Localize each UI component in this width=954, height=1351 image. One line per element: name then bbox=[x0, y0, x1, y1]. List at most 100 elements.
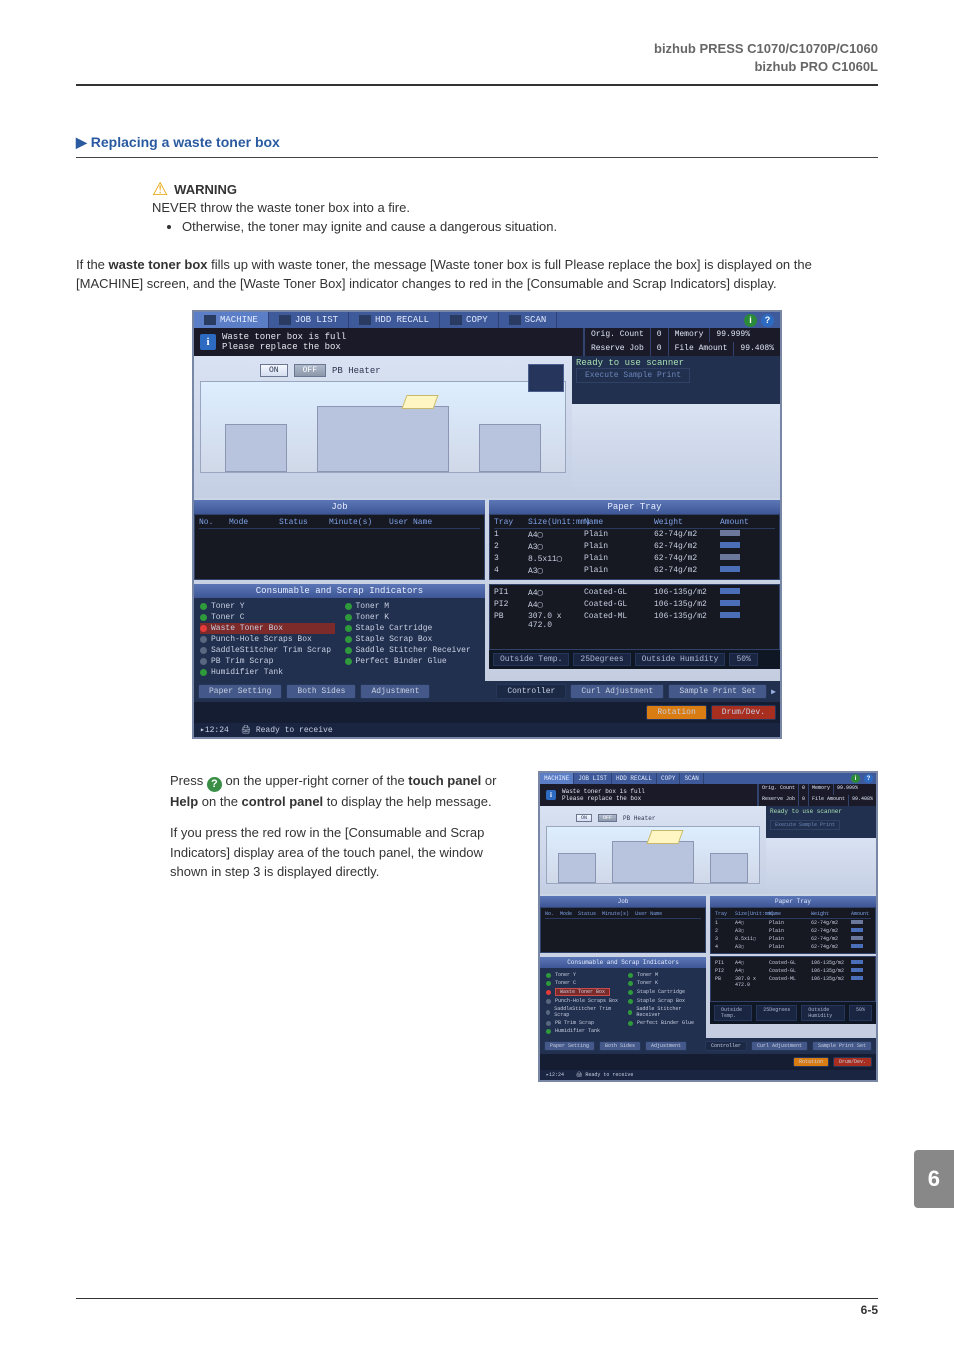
consumable-indicator-punch-hole-scraps-box: Punch-Hole Scraps Box bbox=[546, 997, 618, 1005]
paper-tray-row[interactable]: 38.5x11▢Plain62-74g/m2 bbox=[494, 553, 775, 565]
file-value: 99.408% bbox=[733, 342, 780, 356]
thumb-controller[interactable]: Controller bbox=[705, 1041, 747, 1051]
status-time: 12:24 bbox=[205, 726, 229, 735]
paper-tray-row[interactable]: 2A3▢Plain62-74g/m2 bbox=[494, 541, 775, 553]
paper-tray-row[interactable]: 38.5x11▢Plain62-74g/m2 bbox=[715, 935, 871, 943]
consumable-indicator-saddle-stitcher-receiver: Saddle Stitcher Receiver bbox=[345, 645, 480, 656]
temp-value: 25Degrees bbox=[573, 653, 630, 666]
both-sides-button[interactable]: Both Sides bbox=[286, 684, 356, 699]
tab-scan[interactable]: SCAN bbox=[499, 312, 558, 328]
instruction-para-2: If you press the red row in the [Consuma… bbox=[170, 823, 520, 882]
pi-tray-row[interactable]: PB307.0 x 472.0Coated-ML106-135g/m2 bbox=[494, 611, 775, 631]
paper-tray-row[interactable]: 1A4▢Plain62-74g/m2 bbox=[715, 919, 871, 927]
heater-off-button[interactable]: OFF bbox=[294, 364, 326, 377]
thumb-help-icon[interactable]: ? bbox=[864, 774, 873, 783]
consumable-indicators: Toner YToner MToner CToner KWaste Toner … bbox=[194, 598, 485, 681]
warning-bullet-1: Otherwise, the toner may ignite and caus… bbox=[182, 219, 878, 234]
printer-illustration bbox=[200, 381, 566, 473]
help-icon-inline: ? bbox=[207, 777, 222, 792]
body-paragraph: If the waste toner box fills up with was… bbox=[76, 256, 878, 294]
thumb-curl-adj[interactable]: Curl Adjustment bbox=[751, 1041, 808, 1051]
thumb-adjustment[interactable]: Adjustment bbox=[645, 1041, 687, 1051]
pi-tray-row[interactable]: PI1A4▢Coated-GL106-135g/m2 bbox=[715, 959, 871, 967]
pi-tray-row[interactable]: PI2A4▢Coated-GL106-135g/m2 bbox=[715, 967, 871, 975]
drum-dev-button[interactable]: Drum/Dev. bbox=[711, 705, 776, 720]
paper-setting-button[interactable]: Paper Setting bbox=[198, 684, 282, 699]
thumb-heater-on[interactable]: ON bbox=[576, 814, 592, 822]
humidity-label: Outside Humidity bbox=[635, 653, 726, 666]
thumb-tab-scan[interactable]: SCAN bbox=[680, 773, 703, 784]
joblist-icon bbox=[279, 315, 291, 325]
thumb-info-icon[interactable]: i bbox=[851, 774, 860, 783]
consumable-header: Consumable and Scrap Indicators bbox=[194, 584, 485, 598]
consumable-indicator-toner-y: Toner Y bbox=[200, 601, 335, 612]
status-text: Ready to receive bbox=[256, 726, 333, 735]
pi-tray-table: PI1A4▢Coated-GL106-135g/m2PI2A4▢Coated-G… bbox=[489, 584, 780, 650]
paper-tray-row[interactable]: 2A3▢Plain62-74g/m2 bbox=[715, 927, 871, 935]
paper-tray-row[interactable]: 4A3▢Plain62-74g/m2 bbox=[494, 565, 775, 577]
curl-adjustment-button[interactable]: Curl Adjustment bbox=[570, 684, 664, 699]
execute-sample-print-button[interactable]: Execute Sample Print bbox=[576, 368, 690, 383]
consumable-indicator-saddlestitcher-trim-scrap: SaddleStitcher Trim Scrap bbox=[546, 1005, 618, 1019]
papertray-header: Paper Tray bbox=[489, 500, 780, 514]
thumb-heater-off[interactable]: OFF bbox=[598, 814, 617, 822]
rotation-button[interactable]: Rotation bbox=[646, 705, 706, 720]
orig-count-label: Orig. Count bbox=[584, 328, 650, 342]
memory-value: 99.999% bbox=[709, 328, 756, 342]
adjustment-button[interactable]: Adjustment bbox=[360, 684, 430, 699]
model-line-1: bizhub PRESS C1070/C1070P/C1060 bbox=[76, 40, 878, 58]
thumb-execute-sample[interactable]: Execute Sample Print bbox=[770, 820, 840, 830]
sample-print-set-button[interactable]: Sample Print Set bbox=[668, 684, 767, 699]
thumb-tab-copy[interactable]: COPY bbox=[657, 773, 680, 784]
thumb-drum-dev[interactable]: Drum/Dev. bbox=[833, 1057, 872, 1067]
consumable-indicator-toner-c: Toner C bbox=[546, 979, 618, 987]
paper-tray-row[interactable]: 4A3▢Plain62-74g/m2 bbox=[715, 943, 871, 951]
thumb-tab-hddrecall[interactable]: HDD RECALL bbox=[612, 773, 657, 784]
model-line-2: bizhub PRO C1060L bbox=[76, 58, 878, 76]
next-arrow-icon[interactable]: ▶ bbox=[771, 687, 776, 697]
thumb-paper-setting[interactable]: Paper Setting bbox=[544, 1041, 595, 1051]
consumable-indicator-perfect-binder-glue: Perfect Binder Glue bbox=[628, 1019, 700, 1027]
machine-screen-thumbnail: MACHINE JOB LIST HDD RECALL COPY SCAN i … bbox=[538, 771, 878, 1082]
temp-label: Outside Temp. bbox=[493, 653, 569, 666]
thumb-sample-print[interactable]: Sample Print Set bbox=[812, 1041, 872, 1051]
pi-tray-row[interactable]: PI1A4▢Coated-GL106-135g/m2 bbox=[494, 587, 775, 599]
thumb-paper-tray-table: TraySize(Unit:mm)NameWeightAmount1A4▢Pla… bbox=[710, 907, 876, 954]
page-number: 6-5 bbox=[76, 1298, 878, 1317]
tab-machine[interactable]: MACHINE bbox=[194, 312, 269, 328]
thumb-both-sides[interactable]: Both Sides bbox=[599, 1041, 641, 1051]
orig-count-value: 0 bbox=[650, 328, 668, 342]
consumable-indicator-toner-c: Toner C bbox=[200, 612, 335, 623]
consumable-indicator-saddlestitcher-trim-scrap: SaddleStitcher Trim Scrap bbox=[200, 645, 335, 656]
thumb-consumable-indicators: Toner YToner MToner CToner KWaste Toner … bbox=[540, 968, 706, 1038]
tab-copy[interactable]: COPY bbox=[440, 312, 499, 328]
consumable-indicator-saddle-stitcher-receiver: Saddle Stitcher Receiver bbox=[628, 1005, 700, 1019]
chapter-tab: 6 bbox=[914, 1150, 954, 1208]
thumb-pi-tray-table: PI1A4▢Coated-GL106-135g/m2PI2A4▢Coated-G… bbox=[710, 956, 876, 1002]
consumable-indicator-waste-toner-box[interactable]: Waste Toner Box bbox=[546, 987, 618, 997]
job-header: Job bbox=[194, 500, 485, 514]
tab-joblist[interactable]: JOB LIST bbox=[269, 312, 349, 328]
hdd-icon bbox=[359, 315, 371, 325]
consumable-indicator-waste-toner-box[interactable]: Waste Toner Box bbox=[200, 623, 335, 634]
thumb-rotation[interactable]: Rotation bbox=[793, 1057, 829, 1067]
consumable-indicator-perfect-binder-glue: Perfect Binder Glue bbox=[345, 656, 480, 667]
reserve-value: 0 bbox=[650, 342, 668, 356]
thumb-message-info-icon: i bbox=[546, 790, 556, 800]
help-icon[interactable]: ? bbox=[761, 314, 774, 327]
tab-hddrecall[interactable]: HDD RECALL bbox=[349, 312, 440, 328]
warning-triangle-icon: ⚠ bbox=[152, 180, 168, 198]
consumable-indicator-staple-scrap-box: Staple Scrap Box bbox=[628, 997, 700, 1005]
info-icon[interactable]: i bbox=[744, 314, 757, 327]
consumable-indicator-toner-m: Toner M bbox=[628, 971, 700, 979]
thumb-tab-machine[interactable]: MACHINE bbox=[540, 773, 574, 784]
controller-button[interactable]: Controller bbox=[496, 684, 566, 699]
thumb-tab-joblist[interactable]: JOB LIST bbox=[574, 773, 612, 784]
pi-tray-row[interactable]: PB307.0 x 472.0Coated-ML106-135g/m2 bbox=[715, 975, 871, 989]
pi-tray-row[interactable]: PI2A4▢Coated-GL106-135g/m2 bbox=[494, 599, 775, 611]
heater-label: PB Heater bbox=[332, 366, 381, 376]
consumable-indicator-toner-k: Toner K bbox=[345, 612, 480, 623]
paper-tray-row[interactable]: 1A4▢Plain62-74g/m2 bbox=[494, 529, 775, 541]
consumable-indicator-pb-trim-scrap: PB Trim Scrap bbox=[546, 1019, 618, 1027]
heater-on-button[interactable]: ON bbox=[260, 364, 288, 377]
